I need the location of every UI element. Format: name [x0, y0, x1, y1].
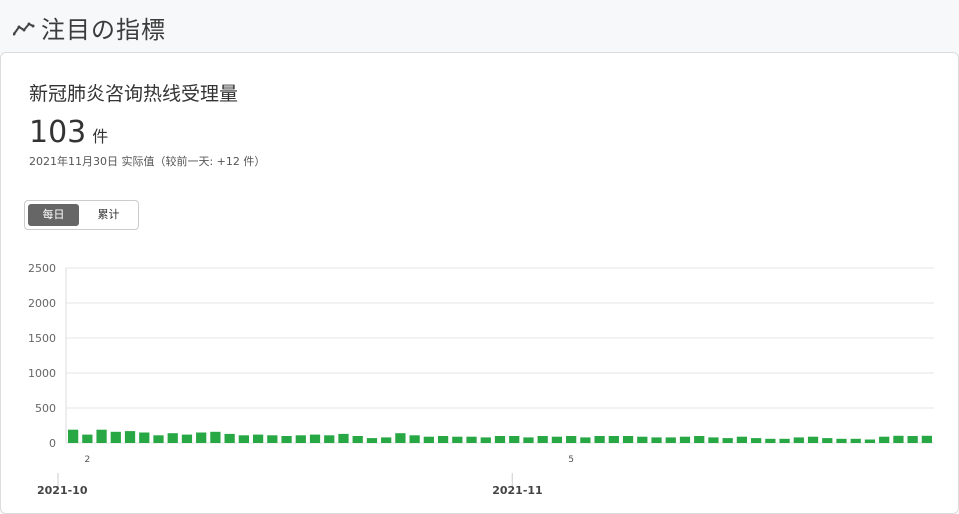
daily-button[interactable]: 每日	[28, 204, 79, 226]
bar	[694, 436, 705, 443]
bar	[324, 435, 335, 443]
bar	[281, 436, 292, 443]
metric-value: 103 件	[29, 115, 108, 150]
bar	[67, 429, 79, 443]
bar	[665, 437, 676, 443]
bar	[295, 435, 306, 443]
bar	[793, 437, 804, 443]
bar	[864, 439, 876, 443]
bar	[167, 433, 178, 443]
y-tick-label: 2000	[28, 297, 56, 310]
x-tick-label: 5	[568, 455, 574, 465]
bar	[879, 436, 890, 443]
x-tick-label: 2	[84, 455, 90, 465]
bar	[679, 436, 691, 443]
bar	[594, 436, 605, 443]
metric-unit: 件	[92, 127, 109, 146]
trend-line-icon	[13, 22, 35, 36]
bar	[551, 436, 563, 443]
bar	[566, 436, 577, 443]
bar	[822, 438, 833, 443]
metric-subtitle: 2021年11月30日 实际值（较前一天: +12 件）	[29, 155, 266, 168]
bar	[196, 432, 207, 443]
y-tick-label: 500	[35, 402, 56, 415]
bar	[907, 436, 918, 443]
bar	[338, 433, 349, 443]
view-toggle: 每日 累计	[24, 200, 139, 230]
month-label: 2021-11	[492, 484, 542, 497]
bar	[452, 436, 463, 443]
y-tick-label: 2500	[28, 262, 56, 275]
bar	[509, 436, 520, 443]
cumulative-button[interactable]: 累计	[83, 204, 134, 226]
bar	[395, 433, 406, 443]
bar	[238, 435, 249, 443]
daily-bar-chart: 0 500 1000 1500 2000 2500 2 5 2021-10 2021-11	[28, 262, 934, 497]
bar	[181, 434, 193, 443]
bar	[751, 438, 762, 443]
month-label: 2021-10	[37, 484, 88, 497]
card-title: 新冠肺炎咨询热线受理量	[29, 83, 239, 105]
page-title: 注目の指標	[41, 16, 166, 44]
bar	[96, 429, 107, 443]
bar	[651, 437, 662, 443]
y-tick-label: 1000	[28, 367, 56, 380]
bar	[893, 435, 904, 443]
bar	[494, 436, 506, 443]
y-tick-label: 1500	[28, 332, 56, 345]
bar	[708, 437, 719, 443]
bar	[523, 437, 534, 443]
bar	[153, 435, 164, 443]
bar	[779, 438, 790, 443]
bar	[82, 434, 93, 443]
bar	[537, 436, 548, 443]
bar	[381, 437, 392, 443]
metric-card: 新冠肺炎咨询热线受理量 103 件 2021年11月30日 实际值（较前一天: +…	[0, 52, 959, 514]
bar	[637, 436, 648, 443]
bar	[836, 438, 847, 443]
bar	[124, 431, 136, 443]
bar	[252, 434, 264, 443]
bar	[352, 436, 363, 443]
y-tick-label: 0	[49, 437, 56, 450]
bar	[466, 436, 477, 443]
bar	[409, 435, 420, 443]
bar	[210, 431, 221, 443]
bar	[309, 434, 321, 443]
bar	[722, 438, 733, 443]
bar	[437, 436, 449, 443]
bar	[224, 433, 235, 443]
bar	[921, 435, 933, 443]
bar	[423, 436, 434, 443]
bar	[110, 431, 121, 443]
bar	[267, 435, 278, 443]
bar	[580, 437, 591, 443]
bar	[139, 432, 150, 443]
bar	[807, 436, 819, 443]
bar	[608, 436, 619, 443]
bar	[765, 438, 776, 443]
bar	[366, 438, 378, 443]
page-header: 注目の指標	[0, 0, 959, 52]
metric-number: 103	[29, 115, 87, 150]
bar	[850, 438, 861, 443]
bar	[736, 436, 748, 443]
bar	[480, 437, 491, 443]
bar	[622, 436, 634, 443]
